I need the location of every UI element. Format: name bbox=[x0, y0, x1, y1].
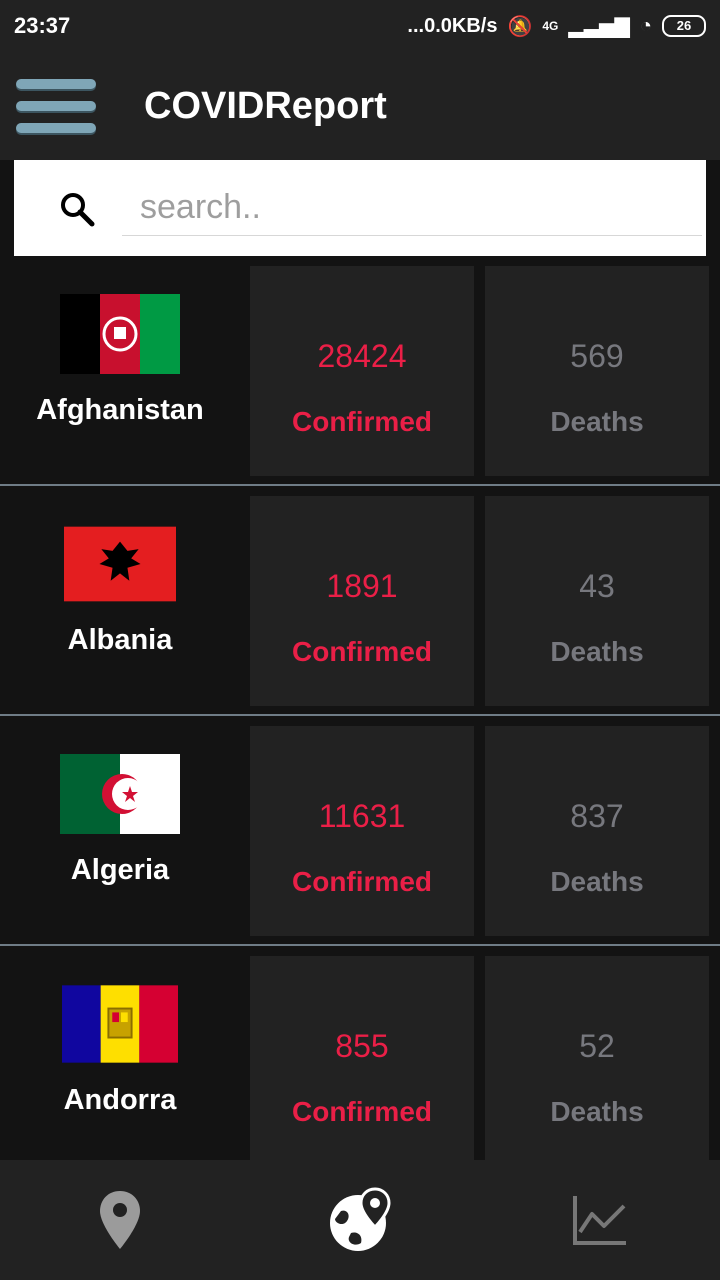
status-bar: 23:37 ...0.0KB/s 🔕 4G ▂▃▅▇ ◔ 26 bbox=[0, 0, 720, 52]
country-name: Afghanistan bbox=[36, 394, 204, 426]
country-cell: Andorra bbox=[0, 946, 240, 1160]
status-time: 23:37 bbox=[14, 13, 71, 38]
deaths-label: Deaths bbox=[550, 406, 644, 437]
confirmed-card: 855 Confirmed bbox=[250, 956, 474, 1160]
confirmed-count: 28424 bbox=[317, 338, 407, 374]
country-name: Albania bbox=[67, 624, 173, 656]
nav-location[interactable] bbox=[60, 1170, 180, 1270]
country-name: Andorra bbox=[63, 1084, 177, 1116]
country-list: Afghanistan 28424 Confirmed 569 Deaths A… bbox=[0, 256, 720, 1160]
albania-flag bbox=[64, 526, 176, 602]
globe-location-icon bbox=[330, 1187, 391, 1251]
deaths-label: Deaths bbox=[550, 866, 644, 897]
confirmed-count: 11631 bbox=[318, 798, 406, 834]
deaths-count: 52 bbox=[579, 1028, 615, 1064]
search-icon[interactable] bbox=[58, 190, 96, 228]
nav-charts[interactable] bbox=[540, 1170, 660, 1270]
country-row[interactable]: Afghanistan 28424 Confirmed 569 Deaths bbox=[0, 256, 720, 486]
bottom-navigation bbox=[0, 1160, 720, 1280]
app-title: COVIDReport bbox=[144, 84, 387, 127]
mute-icon: 🔕 bbox=[507, 15, 533, 38]
app-bar: COVIDReport bbox=[0, 52, 720, 160]
confirmed-card: 1891 Confirmed bbox=[250, 496, 474, 706]
country-row[interactable]: Albania 1891 Confirmed 43 Deaths bbox=[0, 486, 720, 716]
deaths-card: 569 Deaths bbox=[485, 266, 709, 476]
network-speed: ...0.0KB/s bbox=[407, 14, 498, 37]
deaths-label: Deaths bbox=[550, 1096, 644, 1127]
country-cell: Albania bbox=[0, 486, 240, 714]
confirmed-count: 1891 bbox=[326, 568, 398, 604]
confirmed-label: Confirmed bbox=[292, 866, 432, 897]
confirmed-label: Confirmed bbox=[292, 406, 432, 437]
location-pin-icon bbox=[100, 1191, 140, 1249]
deaths-count: 837 bbox=[570, 798, 624, 834]
search-input[interactable] bbox=[122, 180, 702, 236]
deaths-card: 837 Deaths bbox=[485, 726, 709, 936]
battery-icon: 26 bbox=[662, 15, 706, 37]
search-bar bbox=[14, 160, 706, 256]
deaths-count: 569 bbox=[570, 338, 624, 374]
country-row[interactable]: Andorra 855 Confirmed 52 Deaths bbox=[0, 946, 720, 1160]
country-row[interactable]: Algeria 11631 Confirmed 837 Deaths bbox=[0, 716, 720, 946]
deaths-card: 43 Deaths bbox=[485, 496, 709, 706]
deaths-label: Deaths bbox=[550, 636, 644, 667]
battery-level: 26 bbox=[676, 18, 692, 33]
line-chart-icon bbox=[573, 1196, 626, 1245]
status-icons: ...0.0KB/s 🔕 4G ▂▃▅▇ ◔ 26 bbox=[407, 14, 706, 39]
confirmed-label: Confirmed bbox=[292, 1096, 432, 1127]
confirmed-card: 11631 Confirmed bbox=[250, 726, 474, 936]
country-cell: Algeria bbox=[0, 716, 240, 944]
deaths-count: 43 bbox=[579, 568, 615, 604]
hamburger-menu-icon[interactable] bbox=[16, 71, 96, 141]
confirmed-card: 28424 Confirmed bbox=[250, 266, 474, 476]
confirmed-count: 855 bbox=[335, 1028, 389, 1064]
country-name: Algeria bbox=[70, 854, 170, 886]
algeria-flag bbox=[60, 754, 180, 834]
signal-type: 4G bbox=[542, 19, 559, 33]
country-cell: Afghanistan bbox=[0, 256, 240, 484]
nav-global[interactable] bbox=[300, 1170, 420, 1270]
confirmed-label: Confirmed bbox=[292, 636, 432, 667]
signal-icon: ▂▃▅▇ bbox=[568, 15, 630, 38]
andorra-flag bbox=[62, 985, 178, 1063]
deaths-card: 52 Deaths bbox=[485, 956, 709, 1160]
wifi-icon: ◔ bbox=[639, 14, 652, 37]
afghanistan-flag bbox=[60, 294, 180, 374]
